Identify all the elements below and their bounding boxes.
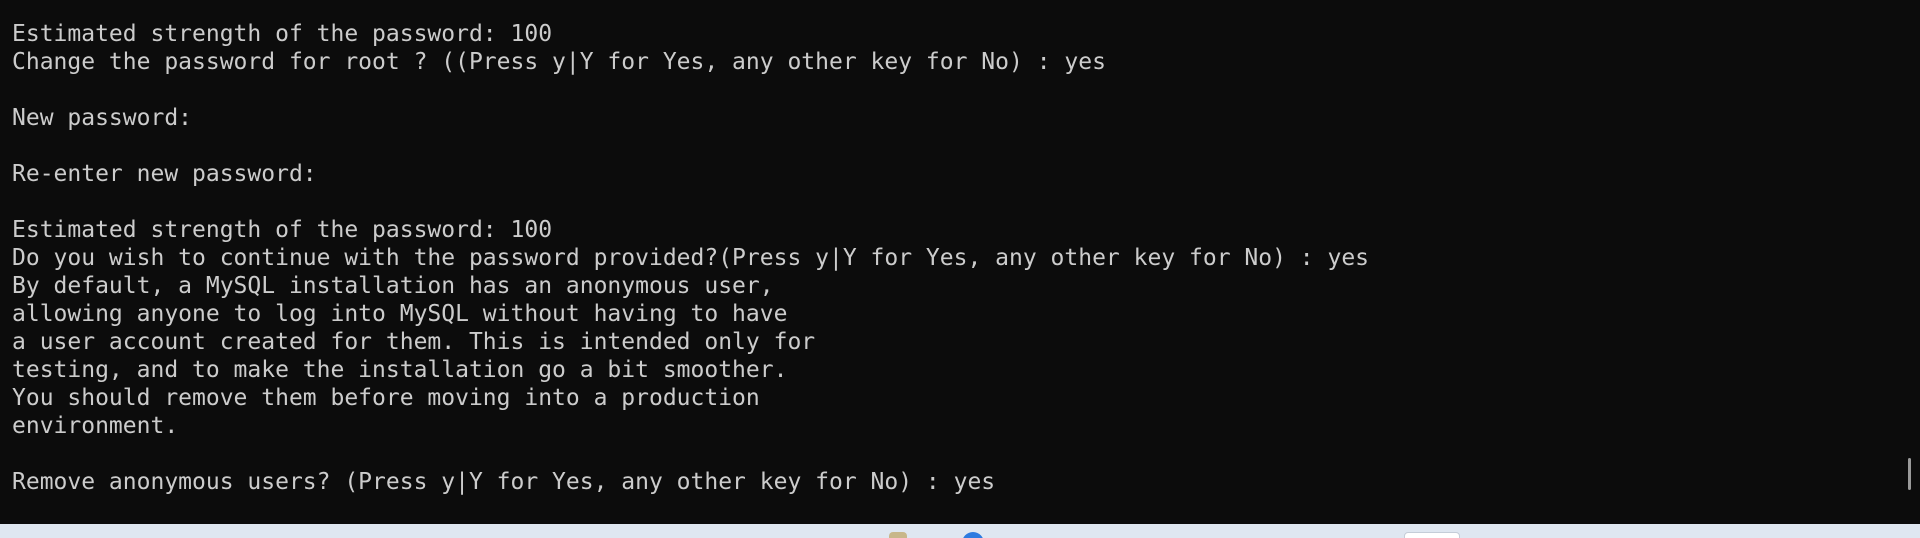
scrollbar-thumb[interactable] [1908, 458, 1911, 490]
terminal-line: By default, a MySQL installation has an … [12, 273, 774, 299]
terminal-line: Estimated strength of the password: 100 [12, 21, 553, 47]
terminal-line: New password: [12, 105, 193, 131]
store-icon[interactable] [1404, 532, 1460, 538]
terminal-line: allowing anyone to log into MySQL withou… [12, 301, 788, 327]
terminal-line: a user account created for them. This is… [12, 329, 816, 355]
terminal-line: Do you wish to continue with the passwor… [12, 245, 1370, 271]
taskbar [0, 524, 1920, 538]
file-explorer-icon[interactable] [889, 532, 907, 538]
terminal-line: Change the password for root ? ((Press y… [12, 49, 1106, 75]
terminal-line: Remove anonymous users? (Press y|Y for Y… [12, 469, 996, 495]
terminal-line: environment. [12, 413, 179, 439]
terminal-line: You should remove them before moving int… [12, 385, 760, 411]
edge-browser-icon[interactable] [962, 532, 984, 538]
terminal-line: testing, and to make the installation go… [12, 357, 788, 383]
terminal-line: Re-enter new password: [12, 161, 317, 187]
terminal-line: Estimated strength of the password: 100 [12, 217, 553, 243]
terminal-output[interactable]: Estimated strength of the password: 100 … [12, 20, 1892, 496]
vertical-scrollbar[interactable] [1906, 0, 1912, 524]
terminal-window[interactable]: Estimated strength of the password: 100 … [0, 0, 1920, 524]
